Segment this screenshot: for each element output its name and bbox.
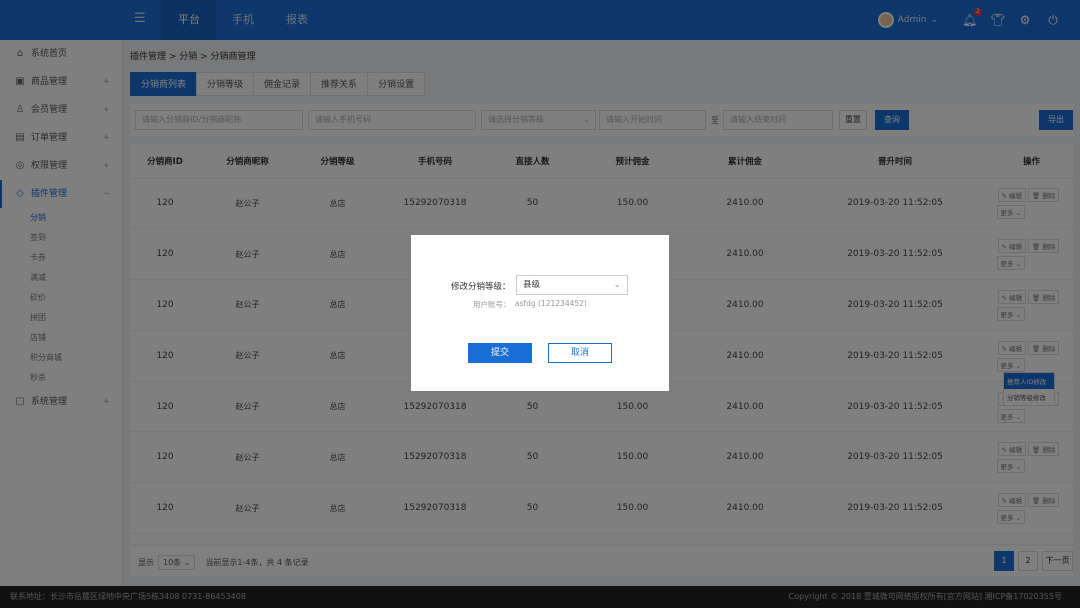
submit-button[interactable]: 提交 bbox=[468, 343, 532, 363]
level-dropdown[interactable]: 县级 ⌄ bbox=[516, 275, 628, 295]
edit-level-dialog: 修改分销等级： 县级 ⌄ 用户账号： asfdg (121234452) 提交 … bbox=[411, 235, 669, 391]
cancel-button[interactable]: 取消 bbox=[548, 343, 612, 363]
chevron-down-icon: ⌄ bbox=[613, 280, 621, 290]
level-label: 修改分销等级： bbox=[451, 282, 511, 292]
user-account-value: asfdg (121234452) bbox=[515, 299, 587, 308]
level-dropdown-value: 县级 bbox=[523, 280, 541, 290]
user-account-label: 用户账号： bbox=[473, 300, 511, 309]
